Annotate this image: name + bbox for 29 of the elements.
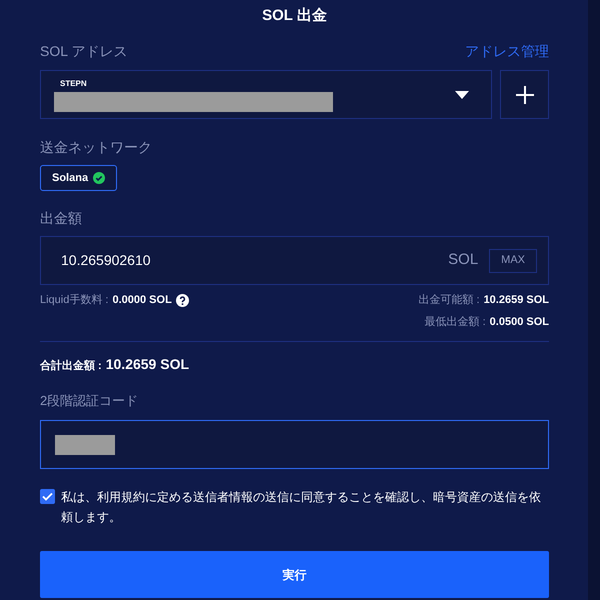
total-value: 10.2659 SOL (106, 355, 190, 374)
field-label: 送金ネットワーク (40, 138, 153, 157)
field-label: 出金額 (40, 209, 83, 228)
check-circle-icon (93, 172, 106, 184)
address-management-link[interactable]: アドレス管理 (465, 40, 549, 62)
minimum-value: 0.0500 SOL (490, 315, 549, 330)
unit-label: SOL (448, 250, 478, 270)
add-address-button[interactable] (500, 70, 549, 119)
code-input-field[interactable] (40, 420, 549, 469)
field-label: SOL アドレス (40, 42, 128, 60)
agreement-text: 私は、利用規約に定める送信者情報の送信に同意することを確認し、暗号資産の送信を依頼します。 (61, 489, 542, 526)
plus-icon (516, 86, 534, 104)
max-button[interactable]: MAX (489, 248, 537, 272)
network-chip[interactable]: Solana (40, 165, 118, 191)
amount-field[interactable]: 10.265902610 SOL MAX (40, 236, 549, 285)
minimum-label: 最低出金額 : (424, 314, 486, 330)
available-label: 出金可能額 : (418, 292, 480, 308)
field-label: 2段階認証コード (40, 392, 140, 410)
address-select[interactable]: STEPN (40, 70, 492, 119)
submit-button[interactable]: 実行 (40, 551, 549, 598)
available-value: 10.2659 SOL (484, 292, 549, 308)
dialog-title: SOL 出金 (261, 6, 328, 26)
fee-label: Liquid手数料 : (40, 292, 108, 308)
total-label: 合計出金額 : (40, 358, 102, 374)
fee-value: 0.0000 SOL (112, 292, 172, 308)
caret-icon (455, 90, 469, 98)
address-name: STEPN (59, 78, 88, 90)
help-icon[interactable] (176, 294, 189, 306)
agreement-checkbox[interactable] (40, 489, 55, 504)
